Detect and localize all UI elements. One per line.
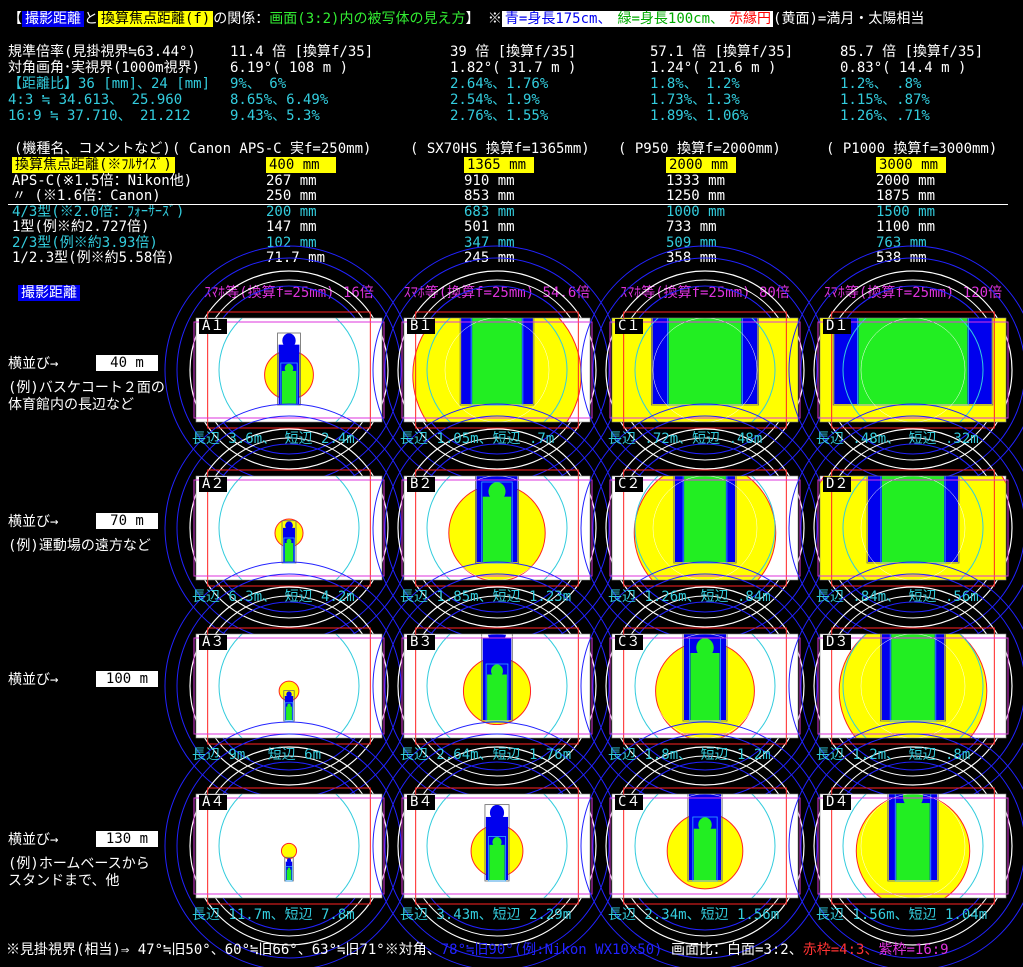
- green-body: [284, 542, 294, 562]
- cell-frame-size: 長辺 1.85m、短辺 1.23m: [400, 589, 572, 605]
- green-body: [281, 370, 297, 404]
- green-body: [891, 634, 935, 720]
- cell-label: A１: [199, 319, 228, 334]
- green-body: [472, 318, 522, 404]
- green-body: [693, 828, 717, 880]
- green-body: [896, 803, 930, 880]
- footer-note: ※見掛視界(相当)⇒ 47°≒旧50°、60°≒旧66°、63°≒旧71°※対角…: [6, 942, 949, 958]
- cell-frame-size: 長辺 2.34m、短辺 1.56m: [608, 907, 780, 923]
- subject-diagram-grid: [164, 47, 1023, 967]
- green-head: [683, 200, 727, 248]
- green-body: [668, 318, 742, 404]
- green-head: [492, 837, 502, 848]
- cell-label: D２: [823, 477, 852, 492]
- green-head: [902, 794, 924, 809]
- green-head: [880, 98, 945, 170]
- cell-frame-size: 長辺 3.43m、短辺 2.29m: [400, 907, 572, 923]
- cell-frame-size: 長辺 11.7m、短辺 7.8m: [192, 907, 355, 923]
- green-body: [690, 652, 720, 720]
- cell-label: D４: [823, 795, 852, 810]
- green-body: [487, 674, 507, 720]
- cell-frame-size: 長辺 .72m、短辺 .48m: [608, 431, 763, 447]
- cell-frame-size: 長辺 9m、 短辺 6m: [192, 747, 322, 763]
- blue-head: [474, 160, 520, 211]
- cell-label: C３: [615, 635, 644, 650]
- footer-aspect-purple: 紫枠=16:9: [878, 942, 949, 958]
- cell-frame-size: 長辺 1.56m、短辺 1.04m: [816, 907, 988, 923]
- cell-frame-size: 長辺 2.64m、短辺 1.76m: [400, 747, 572, 763]
- blue-head: [282, 333, 296, 348]
- blue-head: [487, 634, 507, 643]
- cell-label: C１: [615, 319, 644, 334]
- cell-label: A４: [199, 795, 228, 810]
- cell-label: B１: [407, 319, 436, 334]
- footer-apparent-fov: ※見掛視界(相当)⇒ 47°≒旧50°、60°≒旧66°、63°≒旧71°※対角…: [6, 942, 441, 958]
- green-head: [491, 664, 503, 678]
- cell-frame-size: 長辺 1.05m、短辺 .7m: [400, 431, 555, 447]
- green-body: [286, 706, 292, 720]
- green-head: [287, 867, 291, 871]
- cell-frame-size: 長辺 3.6m、 短辺 2.4m: [192, 431, 355, 447]
- cell-label: B４: [407, 795, 436, 810]
- green-body: [482, 496, 512, 562]
- cell-frame-size: 長辺 1.8m、 短辺 1.2m: [608, 747, 771, 763]
- green-head: [287, 703, 291, 708]
- cell-frame-size: 長辺 .84m、 短辺 .56m: [816, 589, 979, 605]
- cell-frame-size: 長辺 6.3m、 短辺 4.2m: [192, 589, 355, 605]
- green-head: [696, 638, 714, 658]
- cell-label: C２: [615, 477, 644, 492]
- cell-label: D１: [823, 319, 852, 334]
- blue-head: [286, 858, 292, 863]
- blue-head: [489, 804, 505, 821]
- cell-label: C４: [615, 795, 644, 810]
- blue-head: [671, 47, 738, 121]
- green-head: [698, 817, 712, 833]
- green-head: [286, 538, 292, 545]
- green-body: [286, 869, 292, 880]
- cell-frame-size: 長辺 1.26m、短辺 .84m: [608, 589, 771, 605]
- footer-binocular-example: 78°≒旧90°(例:Nikon WX10x50): [440, 942, 663, 958]
- frame-contents: [820, 476, 1006, 580]
- blue-head: [286, 691, 292, 698]
- green-head: [284, 363, 294, 374]
- blue-head: [285, 521, 293, 530]
- cell-label: B３: [407, 635, 436, 650]
- footer-aspect-white: 画面比：白面=3:2、: [662, 942, 803, 958]
- cell-label: A３: [199, 635, 228, 650]
- footer-aspect-red: 赤枠=4:3、: [802, 942, 879, 958]
- blue-head: [695, 770, 716, 793]
- green-head: [488, 482, 506, 501]
- cell-label: D３: [823, 635, 852, 650]
- cell-frame-size: 長辺 .48m、 短辺 .32m: [816, 431, 979, 447]
- cell-frame-size: 長辺 1.2m、 短辺 .8m: [816, 747, 971, 763]
- cell-label: B２: [407, 477, 436, 492]
- green-body: [489, 844, 505, 880]
- cell-label: A２: [199, 477, 228, 492]
